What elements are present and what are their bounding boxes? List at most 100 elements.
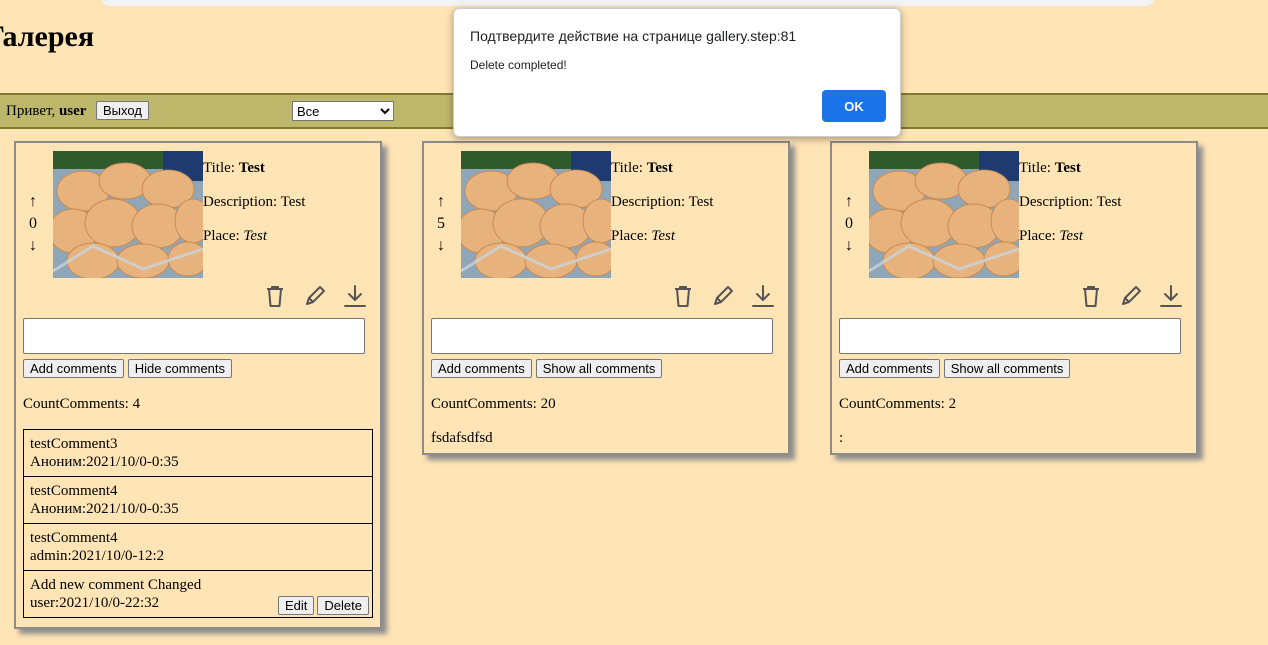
description-value: Test bbox=[1096, 194, 1122, 210]
description-row: Description: Test bbox=[611, 185, 713, 219]
pencil-icon[interactable] bbox=[710, 283, 736, 309]
count-label: CountComments: bbox=[431, 396, 541, 412]
place-row: Place: Test bbox=[1019, 219, 1121, 253]
count-value: 20 bbox=[540, 396, 556, 412]
vote-count: 0 bbox=[845, 215, 853, 232]
username: user bbox=[58, 103, 87, 119]
description-value: Test bbox=[688, 194, 714, 210]
place-label: Place: bbox=[1019, 228, 1060, 244]
add-comments-button[interactable]: Add comments bbox=[23, 359, 124, 378]
comment-meta: Аноним:2021/10/0-0:35 bbox=[30, 454, 179, 470]
greeting-label: Привет, bbox=[6, 103, 59, 119]
photo-info: Title: Test Description: Test Place: Test bbox=[1019, 151, 1121, 253]
down-arrow-icon[interactable]: ↓ bbox=[26, 235, 40, 257]
description-label: Description: bbox=[1019, 194, 1097, 210]
ok-button[interactable]: OK bbox=[822, 90, 886, 122]
pencil-icon[interactable] bbox=[1118, 283, 1144, 309]
address-bar[interactable] bbox=[100, 0, 1155, 6]
photo-card: ↑ 5 ↓ Title: Test Description: Test Place: Te… bbox=[422, 141, 790, 455]
title-value: Test bbox=[238, 160, 265, 176]
place-label: Place: bbox=[611, 228, 652, 244]
title-row: Title: Test bbox=[203, 151, 305, 185]
toggle-comments-button[interactable]: Show all comments bbox=[535, 359, 663, 378]
description-label: Description: bbox=[611, 194, 689, 210]
trash-icon[interactable] bbox=[1078, 283, 1104, 309]
description-row: Description: Test bbox=[1019, 185, 1121, 219]
dialog-message: Delete completed! bbox=[470, 58, 567, 72]
up-arrow-icon[interactable]: ↑ bbox=[434, 191, 448, 213]
up-arrow-icon[interactable]: ↑ bbox=[842, 191, 856, 213]
greeting: Привет, user bbox=[6, 103, 86, 120]
count-value: 2 bbox=[948, 396, 957, 412]
comment-item: testComment3 Аноним:2021/10/0-0:35 bbox=[23, 429, 373, 477]
photo-card: ↑ 0 ↓ Title: Test Description: Test Place: Te… bbox=[830, 141, 1198, 455]
comment-text: Add new comment Changed bbox=[30, 577, 202, 593]
title-row: Title: Test bbox=[1019, 151, 1121, 185]
photo-image[interactable] bbox=[869, 151, 1019, 278]
download-icon[interactable] bbox=[1158, 283, 1184, 309]
title-value: Test bbox=[1054, 160, 1081, 176]
title-value: Test bbox=[646, 160, 673, 176]
delete-comment-button[interactable]: Delete bbox=[317, 596, 369, 615]
vote-widget: ↑ 5 ↓ bbox=[434, 191, 448, 257]
down-arrow-icon[interactable]: ↓ bbox=[434, 235, 448, 257]
down-arrow-icon[interactable]: ↓ bbox=[842, 235, 856, 257]
photo-info: Title: Test Description: Test Place: Test bbox=[203, 151, 305, 253]
edit-comment-button[interactable]: Edit bbox=[278, 596, 315, 615]
comment-item: testComment4 Аноним:2021/10/0-0:35 bbox=[23, 476, 373, 524]
title-label: Title: bbox=[611, 160, 647, 176]
place-row: Place: Test bbox=[611, 219, 713, 253]
add-comments-button[interactable]: Add comments bbox=[839, 359, 940, 378]
description-row: Description: Test bbox=[203, 185, 305, 219]
trash-icon[interactable] bbox=[670, 283, 696, 309]
description-label: Description: bbox=[203, 194, 281, 210]
title-label: Title: bbox=[203, 160, 239, 176]
title-label: Title: bbox=[1019, 160, 1055, 176]
last-comment: : bbox=[839, 430, 844, 446]
photo-actions bbox=[670, 283, 780, 311]
comment-list: testComment3 Аноним:2021/10/0-0:35 testCom… bbox=[23, 429, 373, 618]
photo-image[interactable] bbox=[461, 151, 611, 278]
photo-actions bbox=[1078, 283, 1188, 311]
description-value: Test bbox=[280, 194, 306, 210]
comment-count: CountComments: 2 bbox=[839, 396, 956, 413]
comment-text: testComment3 bbox=[30, 436, 118, 452]
vote-count: 0 bbox=[29, 215, 37, 232]
download-icon[interactable] bbox=[750, 283, 776, 309]
comment-text: testComment4 bbox=[30, 530, 118, 546]
place-row: Place: Test bbox=[203, 219, 305, 253]
comment-text: testComment4 bbox=[30, 483, 118, 499]
trash-icon[interactable] bbox=[262, 283, 288, 309]
comment-input[interactable] bbox=[431, 318, 773, 354]
up-arrow-icon[interactable]: ↑ bbox=[26, 191, 40, 213]
logout-button[interactable]: Выход bbox=[96, 101, 149, 120]
comment-input[interactable] bbox=[23, 318, 365, 354]
place-label: Place: bbox=[203, 228, 244, 244]
comment-buttons: Add comments Show all comments bbox=[839, 359, 1074, 378]
download-icon[interactable] bbox=[342, 283, 368, 309]
place-value: Test bbox=[1059, 228, 1084, 244]
photo-card: ↑ 0 ↓ Title: Test Description: Test Place: Te… bbox=[14, 141, 382, 629]
comment-actions: Edit Delete bbox=[275, 596, 369, 615]
photo-image[interactable] bbox=[53, 151, 203, 278]
count-label: CountComments: bbox=[839, 396, 949, 412]
filter-select[interactable]: Все bbox=[292, 101, 394, 121]
comment-item: Add new comment Changed user:2021/10/0-22… bbox=[23, 570, 373, 618]
comment-item: testComment4 admin:2021/10/0-12:2 bbox=[23, 523, 373, 571]
comment-buttons: Add comments Show all comments bbox=[431, 359, 666, 378]
photo-info: Title: Test Description: Test Place: Test bbox=[611, 151, 713, 253]
comment-input[interactable] bbox=[839, 318, 1181, 354]
toggle-comments-button[interactable]: Hide comments bbox=[127, 359, 233, 378]
add-comments-button[interactable]: Add comments bbox=[431, 359, 532, 378]
place-value: Test bbox=[651, 228, 676, 244]
comment-count: CountComments: 4 bbox=[23, 396, 140, 413]
toggle-comments-button[interactable]: Show all comments bbox=[943, 359, 1071, 378]
comment-buttons: Add comments Hide comments bbox=[23, 359, 236, 378]
confirm-dialog: Подтвердите действие на странице gallery… bbox=[453, 8, 901, 137]
pencil-icon[interactable] bbox=[302, 283, 328, 309]
vote-widget: ↑ 0 ↓ bbox=[26, 191, 40, 257]
comment-meta: Аноним:2021/10/0-0:35 bbox=[30, 501, 179, 517]
count-label: CountComments: bbox=[23, 396, 133, 412]
count-value: 4 bbox=[132, 396, 141, 412]
page-title: Галерея bbox=[0, 20, 95, 53]
